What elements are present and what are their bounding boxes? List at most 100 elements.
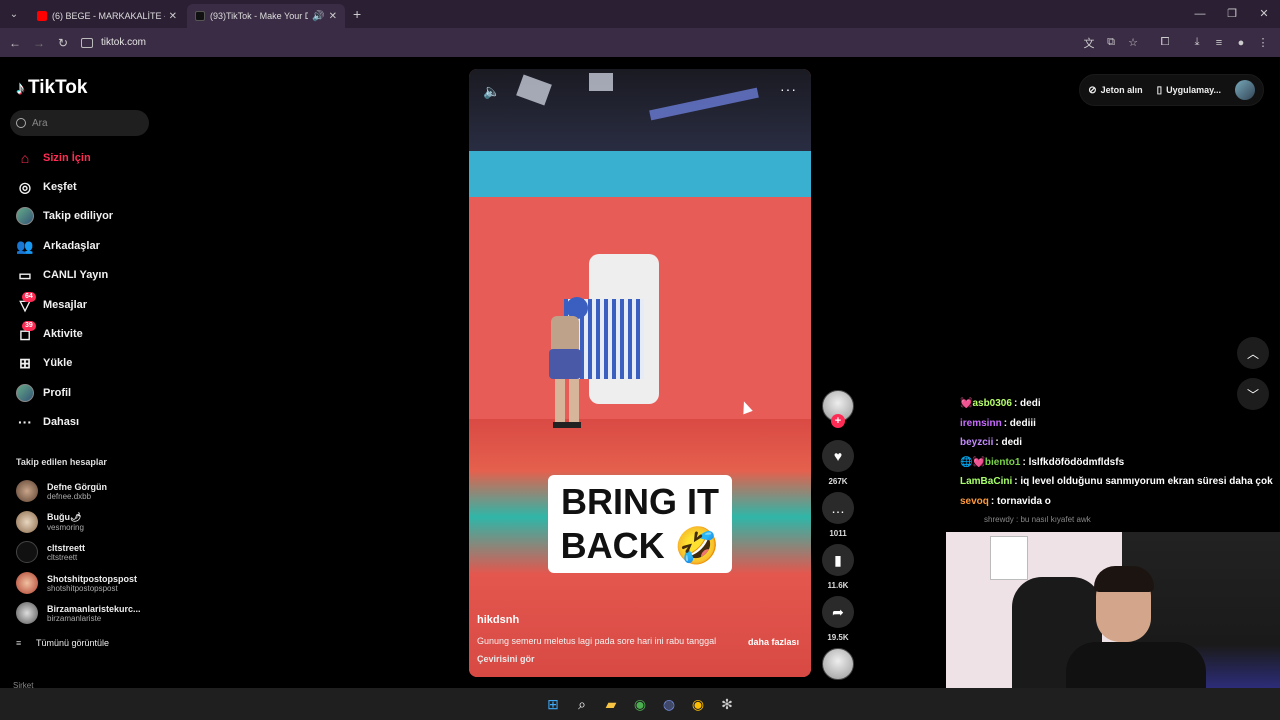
nav-profile[interactable]: Profil — [16, 382, 71, 404]
taskbar-search-icon[interactable]: ⌕ — [568, 692, 597, 716]
close-tab-icon[interactable]: ✕ — [169, 11, 177, 22]
nav-activity[interactable]: ◻ 39 Aktivite — [16, 321, 83, 345]
chat-user: beyzcii — [960, 437, 994, 448]
url-field[interactable]: tiktok.com — [81, 37, 146, 48]
chat-text: : iq level olduğunu sanmıyorum ekran sür… — [1014, 476, 1273, 487]
home-icon: ⌂ — [20, 150, 30, 166]
video-player[interactable]: BRING IT BACK 🤣 🔈 ··· hikdsnh Gunung sem… — [469, 69, 811, 677]
media-control-icon[interactable]: ≡ — [1208, 37, 1230, 49]
nav-following[interactable]: Takip ediliyor — [16, 205, 113, 227]
profile-avatar[interactable] — [1235, 80, 1255, 100]
more-description-button[interactable]: daha fazlası — [748, 637, 799, 647]
video-frame-person — [549, 297, 588, 428]
reload-icon[interactable]: ↻ — [51, 36, 75, 50]
chat-user: biento1 — [984, 456, 1021, 468]
account-name: Defne Görgün — [47, 481, 107, 492]
nav-label: CANLI Yayın — [43, 269, 109, 281]
search-input[interactable]: Ara — [10, 110, 149, 136]
chat-message: LamBaCini: iq level olduğunu sanmıyorum … — [960, 476, 1278, 496]
chat-text: : dedi — [1013, 398, 1041, 409]
tiktok-logo[interactable]: ♪ TikTok — [16, 77, 87, 99]
chat-text: : lslfkdöfödödmfldsfs — [1022, 456, 1125, 468]
comment-button[interactable]: … — [822, 492, 854, 524]
following-account-item[interactable]: Buğu🌶 vesmoring — [16, 511, 84, 533]
translate-icon[interactable]: 文 — [1078, 35, 1100, 51]
site-info-icon[interactable] — [81, 37, 93, 48]
browser-tab-bar: ⌄ (6) BEGE - MARKAKALİTE - YouTube ✕ (93… — [0, 0, 1280, 28]
speaker-icon[interactable]: 🔊 — [312, 11, 324, 22]
volume-icon[interactable]: 🔈 — [483, 83, 500, 100]
share-count: 19.5K — [827, 633, 849, 642]
browser-menu-icon[interactable]: ⋮ — [1252, 36, 1274, 49]
discord-icon[interactable]: ◍ — [655, 692, 684, 716]
chat-message: 💓asb0306: dedi — [960, 398, 1278, 418]
install-app-icon[interactable]: ⧉ — [1100, 36, 1122, 49]
phone-icon: ▯ — [1156, 84, 1163, 96]
download-icon[interactable]: ⤓ — [1186, 36, 1208, 49]
video-frame-band — [469, 151, 811, 199]
chrome-icon[interactable]: ◉ — [626, 692, 655, 716]
avatar — [16, 602, 38, 624]
following-account-item[interactable]: cltstreett cltstreett — [16, 541, 85, 563]
previous-video-button[interactable]: ︿ — [1237, 337, 1269, 369]
get-coins-label: Jeton alın — [1100, 85, 1143, 95]
chrome-active-icon[interactable]: ◉ — [684, 692, 713, 716]
nav-friends[interactable]: 👥 Arkadaşlar — [16, 235, 100, 257]
following-account-item[interactable]: Birzamanlaristekurc... birzamanlariste — [16, 602, 141, 624]
video-username[interactable]: hikdsnh — [477, 614, 519, 626]
chat-prefix: 🌐💓 — [960, 456, 985, 468]
get-coins-button[interactable]: ⊘ Jeton alın — [1088, 85, 1142, 96]
avatar — [16, 541, 38, 563]
forward-icon[interactable]: → — [27, 36, 51, 50]
follow-plus-icon[interactable]: + — [831, 414, 845, 428]
video-description: Gunung semeru meletus lagi pada sore har… — [477, 636, 717, 646]
following-account-item[interactable]: Shotshitpostopspost shotshitpostopspost — [16, 572, 137, 594]
nav-more[interactable]: ··· Dahası — [16, 411, 79, 433]
minimize-icon[interactable]: — — [1184, 0, 1216, 28]
avatar — [16, 480, 38, 502]
more-icon: ··· — [18, 414, 32, 430]
chat-prefix: 💓 — [960, 398, 973, 409]
file-explorer-icon[interactable]: ▰ — [597, 692, 626, 716]
back-icon[interactable]: ← — [3, 36, 27, 50]
profile-icon[interactable]: ● — [1230, 37, 1252, 49]
comment-icon: … — [831, 500, 845, 516]
nav-label: Yükle — [43, 357, 73, 369]
heart-icon: ♥ — [833, 448, 843, 464]
tiktok-favicon-icon — [195, 11, 205, 21]
extensions-icon[interactable]: ⧠ — [1154, 36, 1176, 49]
share-button[interactable]: ➦ — [822, 596, 854, 628]
restore-icon[interactable]: ❐ — [1216, 0, 1248, 28]
account-name: Buğu🌶 — [47, 512, 82, 522]
windows-start-icon[interactable]: ⊞ — [539, 692, 568, 716]
music-disc-icon[interactable] — [822, 648, 854, 680]
chevron-up-icon: ︿ — [1246, 346, 1259, 361]
chat-message: iremsinn: dediii — [960, 418, 1278, 438]
app-icon[interactable]: ✻ — [713, 692, 742, 716]
see-translation-button[interactable]: Çevirisini gör — [477, 654, 535, 664]
new-tab-button[interactable]: + — [353, 6, 361, 22]
get-app-button[interactable]: ▯ Uygulamay... — [1157, 85, 1221, 96]
nav-explore[interactable]: ◎ Keşfet — [16, 176, 77, 198]
nav-for-you[interactable]: ⌂ Sizin İçin — [16, 147, 91, 169]
bookmark-star-icon[interactable]: ☆ — [1122, 36, 1144, 49]
tab-tiktok[interactable]: (93)TikTok - Make Your Day 🔊 ✕ — [187, 4, 345, 28]
save-button[interactable]: ▮ — [822, 544, 854, 576]
get-app-label: Uygulamay... — [1166, 85, 1221, 95]
upload-icon: ⊞ — [19, 354, 31, 371]
tab-youtube[interactable]: (6) BEGE - MARKAKALİTE - YouTube ✕ — [29, 4, 185, 28]
see-all-label: Tümünü görüntüle — [36, 638, 110, 648]
video-caption-box: BRING IT BACK 🤣 — [548, 475, 732, 573]
nav-upload[interactable]: ⊞ Yükle — [16, 352, 72, 374]
video-caption-text: BRING IT BACK 🤣 — [560, 481, 720, 566]
nav-messages[interactable]: ▽ 64 Mesajlar — [16, 292, 87, 316]
tab-search-icon[interactable]: ⌄ — [5, 5, 23, 23]
see-all-button[interactable]: ≡ Tümünü görüntüle — [16, 638, 109, 648]
chat-user: iremsinn — [960, 417, 1002, 429]
close-window-icon[interactable]: ✕ — [1248, 0, 1280, 28]
close-tab-icon[interactable]: ✕ — [329, 11, 337, 22]
like-button[interactable]: ♥ — [822, 440, 854, 472]
video-more-icon[interactable]: ··· — [780, 81, 797, 97]
nav-live[interactable]: ▭ CANLI Yayın — [16, 264, 108, 286]
following-account-item[interactable]: Defne Görgün defnee.dxbb — [16, 480, 107, 502]
